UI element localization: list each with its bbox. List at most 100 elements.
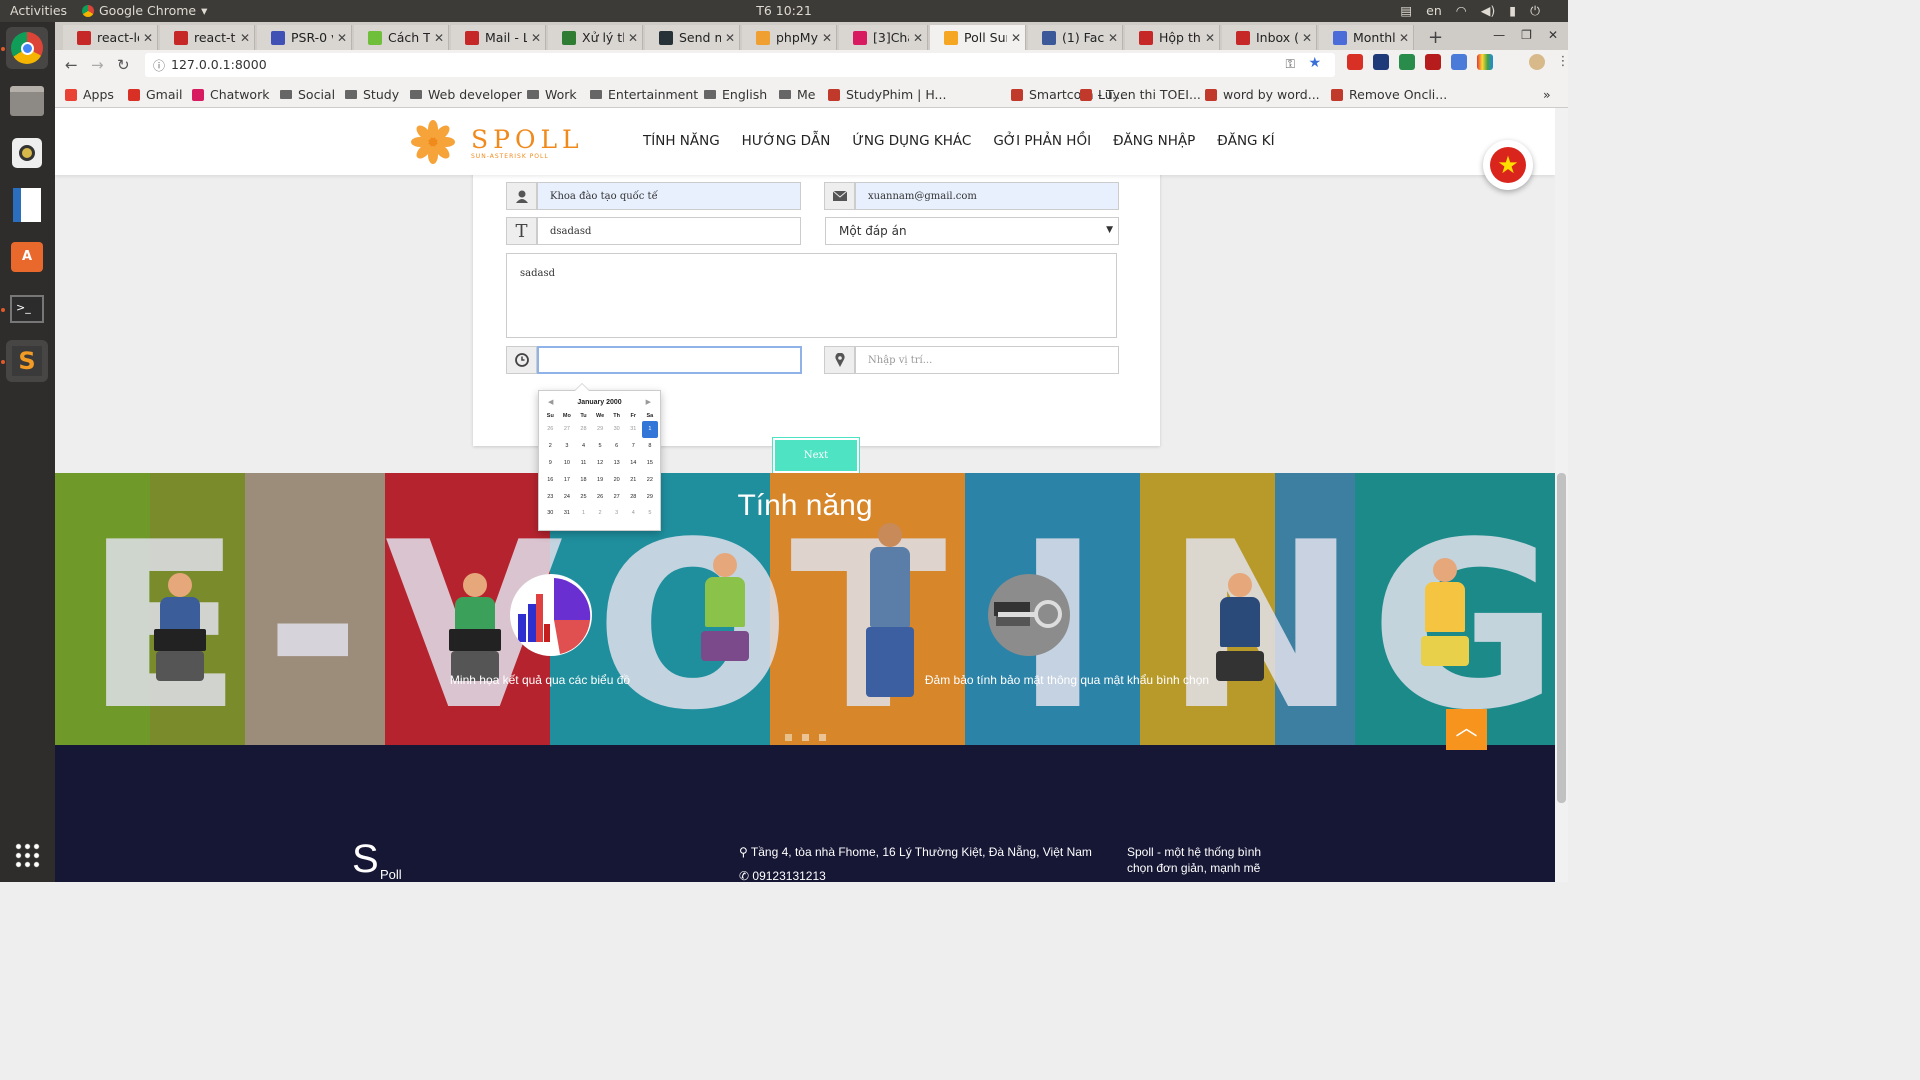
calendar-day[interactable]: 11 [575,455,592,472]
bookmark-item[interactable]: Entertainment [590,87,698,102]
nav-link[interactable]: ỨNG DỤNG KHÁC [852,133,971,149]
carousel-dot[interactable] [819,734,826,741]
writer-icon[interactable] [6,184,48,226]
calendar-day[interactable]: 15 [642,455,659,472]
key-icon[interactable]: ⚿ [1285,56,1295,72]
calendar-day[interactable]: 4 [575,438,592,455]
tab-close-icon[interactable]: ✕ [236,31,254,45]
calendar-day[interactable]: 28 [625,488,642,505]
files-icon[interactable] [6,80,48,122]
wifi-icon[interactable]: ◠ [1456,3,1467,19]
sublime-text-icon[interactable]: S [6,340,48,382]
system-tray[interactable]: ▤ en ◠ ◀) ▮ ⏻ [1400,3,1540,19]
calendar-day[interactable]: 4 [625,505,642,522]
tab[interactable]: Hộp thư✕ [1125,25,1220,50]
reload-icon[interactable]: ↻ [117,56,130,74]
calendar-day[interactable]: 27 [608,488,625,505]
language-flag-button[interactable]: ★ [1483,140,1533,190]
shield-icon[interactable] [1451,54,1467,70]
tab-close-icon[interactable]: ✕ [721,31,739,45]
bookmark-item[interactable]: Study [345,87,399,102]
bookmark-item[interactable]: Apps [65,87,114,102]
calendar-day[interactable]: 6 [608,438,625,455]
answer-type-select[interactable]: Một đáp án ▼ [825,217,1119,245]
tab[interactable]: Send ma✕ [645,25,740,50]
clock[interactable]: T6 10:21 [0,3,1568,18]
bookmark-item[interactable]: Chatwork [192,87,269,102]
calendar-day[interactable]: 16 [542,471,559,488]
calendar-day[interactable]: 21 [625,471,642,488]
nav-link[interactable]: TÍNH NĂNG [643,133,720,149]
tab[interactable]: (1) Faceb✕ [1028,25,1123,50]
calendar-day[interactable]: 25 [575,488,592,505]
calendar-day[interactable]: 8 [642,438,659,455]
volume-icon[interactable]: ◀) [1481,3,1496,19]
scrollbar-thumb[interactable] [1557,473,1566,803]
tab-close-icon[interactable]: ✕ [430,31,448,45]
keyboard-icon[interactable]: ▤ [1400,3,1412,19]
bookmark-item[interactable]: Gmail [128,87,182,102]
tab-close-icon[interactable]: ✕ [333,31,351,45]
tab-close-icon[interactable]: ✕ [1201,31,1219,45]
language-indicator[interactable]: en [1426,3,1442,19]
tab[interactable]: Monthly✕ [1319,25,1414,50]
bookmark-item[interactable]: Me [779,87,815,102]
calendar-day[interactable]: 13 [608,455,625,472]
extension-icon[interactable] [1347,54,1363,70]
name-field[interactable]: Khoa đào tạo quốc tế [537,182,801,210]
tab-close-icon[interactable]: ✕ [1007,31,1025,45]
tab[interactable]: Cách Tạ✕ [354,25,449,50]
tab-close-icon[interactable]: ✕ [818,31,836,45]
bookmark-item[interactable]: English [704,87,767,102]
back-arrow-icon[interactable]: ← [65,56,78,74]
tab-close-icon[interactable]: ✕ [139,31,157,45]
tab-close-icon[interactable]: ✕ [1298,31,1316,45]
tab[interactable]: react-lo✕ [63,25,158,50]
extension-icon[interactable] [1399,54,1415,70]
colorpicker-icon[interactable] [1477,54,1493,70]
bookmark-item[interactable]: Web developer [410,87,522,102]
address-bar[interactable]: ⓘ 127.0.0.1:8000 ⚿ ★ [145,53,1335,77]
calendar-day[interactable]: 30 [608,421,625,438]
tab[interactable]: Mail - La✕ [451,25,546,50]
calendar-day[interactable]: 2 [592,505,609,522]
show-applications-icon[interactable] [6,834,48,876]
software-center-icon[interactable]: A [6,236,48,278]
calendar-day[interactable]: 12 [592,455,609,472]
tab-close-icon[interactable]: ✕ [1104,31,1122,45]
forward-arrow-icon[interactable]: → [91,56,104,74]
nav-link[interactable]: GỞI PHẢN HỒI [993,133,1091,149]
calendar-day[interactable]: 29 [642,488,659,505]
datepicker-title[interactable]: January 2000 [539,399,660,406]
tab[interactable]: react-ta✕ [160,25,255,50]
nav-link[interactable]: HƯỚNG DẪN [742,133,831,149]
calendar-day[interactable]: 31 [625,421,642,438]
calendar-day[interactable]: 20 [608,471,625,488]
extension-icon[interactable] [1373,54,1389,70]
spoll-logo[interactable]: SPOLL SUN-ASTERISK POLL [395,116,579,168]
calendar-day[interactable]: 7 [625,438,642,455]
music-player-icon[interactable] [6,132,48,174]
minimize-icon[interactable]: — [1493,28,1505,42]
calendar-day[interactable]: 1 [641,421,659,438]
tab-close-icon[interactable]: ✕ [527,31,545,45]
tab[interactable]: Poll Sur ✕ [930,25,1026,50]
calendar-day[interactable]: 24 [559,488,576,505]
calendar-day[interactable]: 18 [575,471,592,488]
tab[interactable]: phpMyA✕ [742,25,837,50]
calendar-day[interactable]: 5 [642,505,659,522]
tab-close-icon[interactable]: ✕ [909,31,927,45]
battery-icon[interactable]: ▮ [1509,3,1516,19]
nav-link[interactable]: ĐĂNG KÍ [1217,133,1274,149]
description-textarea[interactable]: sadasd [506,253,1117,338]
terminal-icon[interactable]: >_ [6,288,48,330]
location-field[interactable]: Nhập vị trí... [855,346,1119,374]
next-month-icon[interactable]: ▶ [646,398,651,406]
chrome-launcher-icon[interactable] [6,27,48,69]
calendar-day[interactable]: 17 [559,471,576,488]
bookmark-item[interactable]: StudyPhim | H... [828,87,946,102]
calendar-day[interactable]: 2 [542,438,559,455]
nav-link[interactable]: ĐĂNG NHẬP [1113,133,1195,149]
tab-close-icon[interactable]: ✕ [1395,31,1413,45]
info-icon[interactable]: ⓘ [153,57,165,74]
